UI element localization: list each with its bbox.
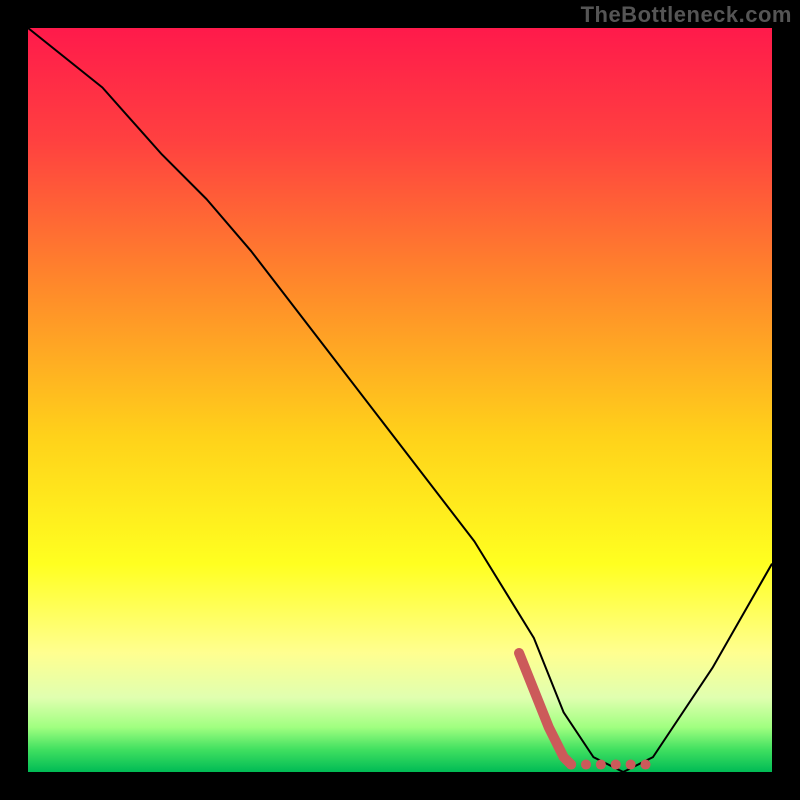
gradient-background xyxy=(28,28,772,772)
marker-dot xyxy=(566,760,576,770)
chart-svg xyxy=(28,28,772,772)
watermark-text: TheBottleneck.com xyxy=(581,2,792,28)
marker-dot xyxy=(611,760,621,770)
marker-dot xyxy=(596,760,606,770)
plot-area xyxy=(28,28,772,772)
marker-dot xyxy=(626,760,636,770)
marker-dot xyxy=(581,760,591,770)
marker-dot xyxy=(641,760,651,770)
chart-frame: TheBottleneck.com xyxy=(0,0,800,800)
